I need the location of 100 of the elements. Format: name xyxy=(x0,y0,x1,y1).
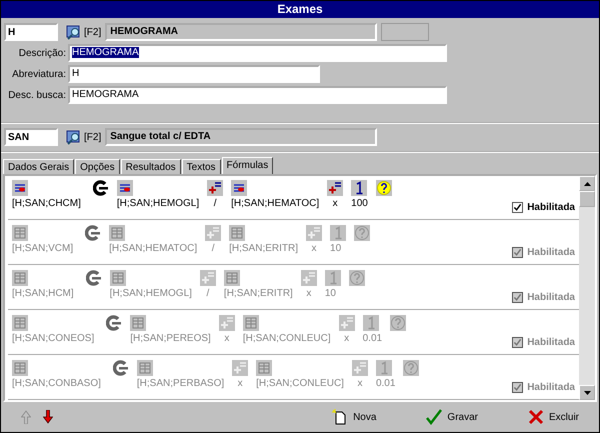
constant-value: 10 xyxy=(330,243,342,254)
text-field[interactable]: H xyxy=(68,65,320,83)
operator-icon xyxy=(327,180,344,196)
assign-icon xyxy=(85,225,102,241)
checkbox-label: Habilitada xyxy=(527,292,575,303)
operator-label: x xyxy=(344,333,350,344)
shortcut-label: [F2] xyxy=(84,132,102,142)
operator-label: x xyxy=(306,288,312,299)
operator-label: x xyxy=(238,378,243,389)
table-icon xyxy=(256,360,272,376)
formula-row[interactable]: [H;SAN;CONEOS] [H;SAN;PEREOS] x [H;SAN;CONLEUC] x 0.01 Habilitada xyxy=(8,311,579,356)
text-field[interactable]: HEMOGRAMA xyxy=(68,86,447,104)
table-icon xyxy=(12,180,28,196)
search-icon[interactable] xyxy=(66,129,82,145)
constant-value: 0.01 xyxy=(376,378,396,389)
table-icon xyxy=(12,360,28,376)
field-reference: [H;SAN;HEMATOC] xyxy=(231,198,320,209)
empty-display xyxy=(381,23,430,41)
checkbox-label: Habilitada xyxy=(527,382,575,393)
operator-label: / xyxy=(212,243,214,254)
checkbox-label: Habilitada xyxy=(527,337,575,348)
operator-icon xyxy=(218,315,235,331)
checkbox-label: Habilitada xyxy=(527,247,575,258)
constant-value: 0.01 xyxy=(362,333,382,344)
checkbox[interactable] xyxy=(512,202,524,213)
constant-value: 10 xyxy=(324,288,336,299)
window-title: Exames xyxy=(1,1,599,18)
checkbox[interactable] xyxy=(512,337,524,348)
operator-icon xyxy=(205,225,222,241)
table-icon xyxy=(224,270,240,286)
formula-row[interactable]: [H;SAN;CONBASO] [H;SAN;PERBASO] x [H;SAN;CONLEUC] x 0.01 Habilitada xyxy=(8,356,579,400)
operator-icon xyxy=(207,180,224,196)
operator-icon xyxy=(232,360,248,376)
field-reference: [H;SAN;CONBASO] xyxy=(12,378,101,389)
code-field[interactable]: SAN xyxy=(4,128,58,146)
assign-icon xyxy=(106,315,122,331)
field-reference: [H;SAN;HCM] xyxy=(12,288,74,299)
formula-row[interactable]: [H;SAN;VCM] [H;SAN;HEMATOC] / [H;SAN;ERITR] x 10 Habilitada xyxy=(8,221,579,266)
checkbox-label: Habilitada xyxy=(527,202,575,213)
field-reference: [H;SAN;PEREOS] xyxy=(130,333,211,344)
checkbox[interactable] xyxy=(512,382,524,393)
formula-row[interactable]: [H;SAN;HCM] [H;SAN;HEMOGL] / [H;SAN;ERITR] x 10 Habilitada xyxy=(8,266,579,311)
text-field[interactable]: HEMOGRAMA xyxy=(68,44,447,62)
table-icon xyxy=(130,315,146,331)
number-icon xyxy=(330,225,346,241)
assign-icon xyxy=(86,270,102,286)
operator-label: / xyxy=(206,288,210,299)
scroll-up-button[interactable] xyxy=(579,176,595,191)
field-reference: [H;SAN;CONEOS] xyxy=(12,333,94,344)
check-icon xyxy=(426,409,442,425)
table-icon xyxy=(136,360,153,376)
table-icon xyxy=(12,225,28,241)
field-reference: [H;SAN;CONLEUC] xyxy=(256,378,344,389)
assign-icon xyxy=(92,180,109,196)
formula-row[interactable]: [H;SAN;CHCM] [H;SAN;HEMOGL] / [H;SAN;HEMATOC] x 100 Habilitada xyxy=(8,176,579,221)
operator-icon xyxy=(338,315,355,331)
down-arrow-icon[interactable] xyxy=(43,410,53,424)
table-icon xyxy=(229,225,246,241)
scroll-down-button[interactable] xyxy=(579,385,595,400)
checkbox[interactable] xyxy=(512,247,524,258)
field-reference: [H;SAN;HEMOGL] xyxy=(110,288,192,299)
field-reference: [H;SAN;HEMATOC] xyxy=(109,243,198,254)
table-icon xyxy=(116,180,133,196)
help-icon xyxy=(354,225,370,241)
field-reference: [H;SAN;HEMOGL] xyxy=(116,198,200,209)
checkbox[interactable] xyxy=(512,292,524,303)
number-icon xyxy=(362,315,379,331)
operator-label: x xyxy=(332,198,338,209)
assign-icon xyxy=(112,360,129,376)
constant-value: 100 xyxy=(351,198,368,209)
field-label: Abreviatura: xyxy=(11,68,67,80)
field-reference: [H;SAN;PERBASO] xyxy=(136,378,224,389)
number-icon xyxy=(351,180,368,196)
number-icon xyxy=(324,270,341,286)
operator-label: x xyxy=(357,378,362,389)
code-field[interactable]: H xyxy=(4,23,58,41)
scrollbar-thumb[interactable] xyxy=(579,191,595,207)
table-icon xyxy=(242,315,259,331)
cross-icon xyxy=(528,409,544,425)
number-icon xyxy=(376,360,392,376)
table-icon xyxy=(12,270,28,286)
shortcut-label: [F2] xyxy=(84,26,102,38)
help-icon xyxy=(348,270,365,286)
field-reference: [H;SAN;CHCM] xyxy=(12,198,81,209)
operator-label: x xyxy=(224,333,230,344)
help-icon xyxy=(376,180,392,196)
field-label: Desc. busca: xyxy=(7,90,67,100)
table-icon xyxy=(231,180,248,196)
operator-icon xyxy=(352,360,368,376)
operator-icon xyxy=(200,270,216,286)
field-reference: [H;SAN;ERITR] xyxy=(229,243,298,254)
search-icon[interactable] xyxy=(66,24,82,40)
name-display: Sangue total c/ EDTA xyxy=(105,128,378,146)
new-document-icon xyxy=(332,409,348,425)
operator-icon xyxy=(300,270,317,286)
operator-icon xyxy=(306,225,322,241)
field-reference: [H;SAN;CONLEUC] xyxy=(242,333,331,344)
operator-label: / xyxy=(214,198,217,209)
table-icon xyxy=(12,315,28,331)
down-triangle-icon xyxy=(584,390,590,394)
